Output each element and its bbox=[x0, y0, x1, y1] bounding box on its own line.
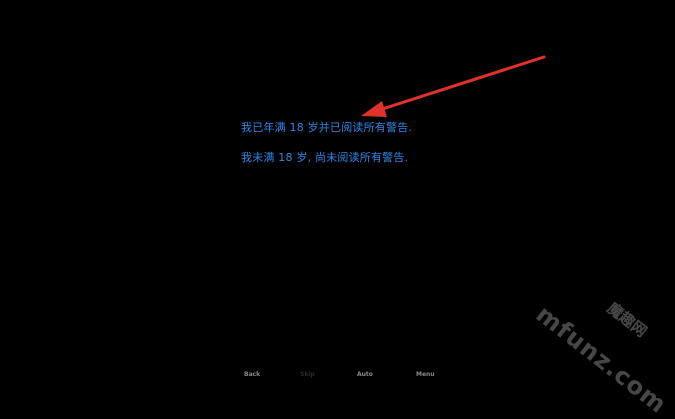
watermark-en: mfunz.com bbox=[530, 300, 673, 419]
choice-under-18[interactable]: 我未满 18 岁, 尚未阅读所有警告. bbox=[241, 151, 408, 165]
watermark-cn: 魔趣网 bbox=[603, 298, 651, 341]
watermark: 魔趣网 mfunz.com bbox=[530, 298, 673, 419]
menu-button[interactable]: Menu bbox=[416, 370, 435, 379]
auto-button[interactable]: Auto bbox=[357, 370, 373, 379]
red-arrow-annotation-icon bbox=[361, 55, 546, 117]
skip-button[interactable]: Skip bbox=[300, 370, 315, 379]
back-button[interactable]: Back bbox=[244, 370, 260, 379]
quick-menu: Back Skip Auto Menu bbox=[0, 370, 675, 380]
choice-confirm-over-18[interactable]: 我已年满 18 岁并已阅读所有警告. bbox=[241, 121, 412, 135]
